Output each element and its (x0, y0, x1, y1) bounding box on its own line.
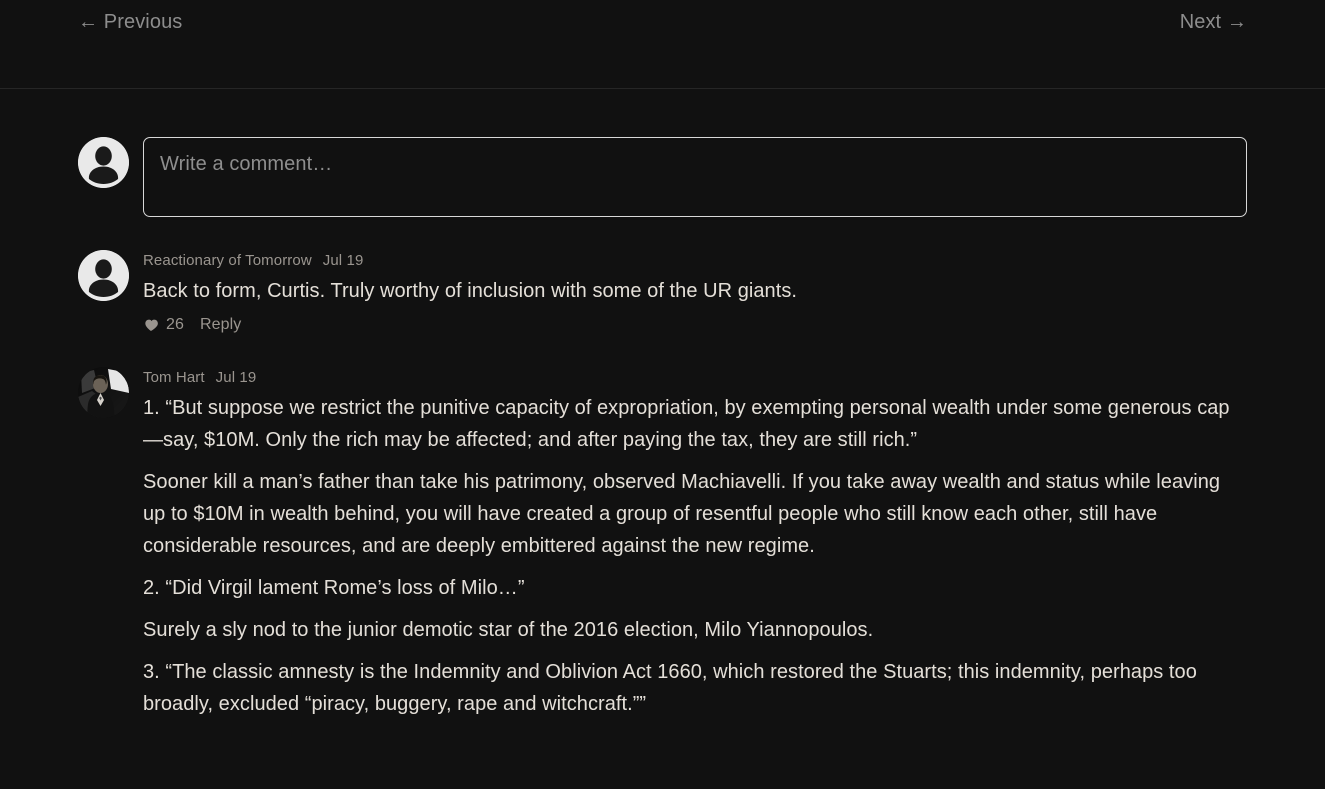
comment-composer: Write a comment… (0, 137, 1325, 217)
comment-body: Tom Hart Jul 19 1. “But suppose we restri… (143, 367, 1247, 720)
previous-post-link[interactable]: ← Previous (78, 9, 182, 35)
next-post-link[interactable]: Next → (1180, 9, 1247, 35)
comment-paragraph: 3. “The classic amnesty is the Indemnity… (143, 661, 1197, 715)
comment-paragraph: Back to form, Curtis. Truly worthy of in… (143, 280, 797, 302)
comment-author[interactable]: Reactionary of Tomorrow (143, 252, 312, 269)
comments-section: Write a comment… Reactionary of Tomorrow… (0, 89, 1325, 720)
comment-input[interactable]: Write a comment… (143, 137, 1247, 217)
reply-button[interactable]: Reply (200, 316, 241, 334)
like-count: 26 (166, 316, 184, 333)
comment-item: Reactionary of Tomorrow Jul 19 Back to fo… (0, 250, 1325, 334)
comment-paragraph: Sooner kill a man’s father than take his… (143, 471, 1221, 557)
comment-actions: 26 Reply (143, 316, 1247, 334)
photo-avatar-icon (78, 367, 129, 418)
avatar (78, 367, 129, 418)
default-user-avatar-icon (78, 250, 129, 301)
comment-input-placeholder: Write a comment… (160, 153, 333, 175)
default-user-avatar-icon (78, 137, 129, 188)
arrow-left-icon: ← (78, 11, 99, 33)
avatar (78, 137, 129, 188)
comment-paragraph: 2. “Did Virgil lament Rome’s loss of Mil… (143, 577, 525, 599)
comment-date: Jul 19 (215, 369, 257, 386)
heart-icon[interactable] (143, 317, 159, 333)
comment-author[interactable]: Tom Hart (143, 369, 205, 386)
previous-post-label: Previous (103, 11, 183, 33)
comment-date: Jul 19 (322, 252, 364, 269)
comment-paragraph: Surely a sly nod to the junior demotic s… (143, 619, 874, 641)
next-post-label: Next (1179, 11, 1222, 33)
avatar (78, 250, 129, 301)
comment-item: Tom Hart Jul 19 1. “But suppose we restri… (0, 367, 1325, 720)
comment-body: Reactionary of Tomorrow Jul 19 Back to fo… (143, 250, 1247, 334)
arrow-right-icon: → (1226, 11, 1247, 33)
comment-paragraph: 1. “But suppose we restrict the punitive… (143, 397, 1230, 451)
comment-meta: Tom Hart Jul 19 (143, 367, 1247, 388)
comment-meta: Reactionary of Tomorrow Jul 19 (143, 250, 1247, 271)
pagination-nav: ← Previous Next → (0, 0, 1325, 89)
